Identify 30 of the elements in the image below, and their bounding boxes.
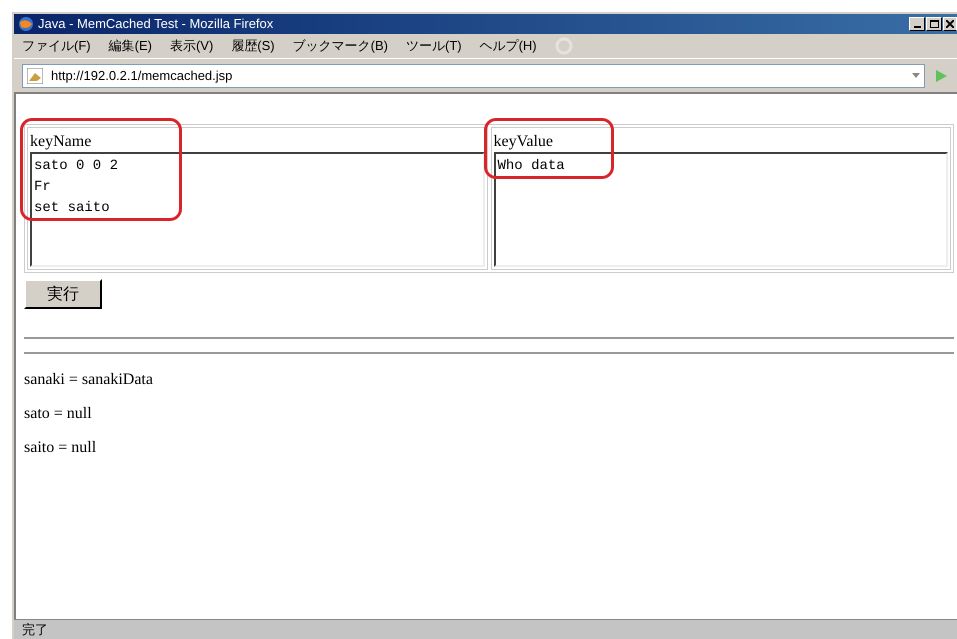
text-line: set saito xyxy=(34,199,111,218)
field-label: keyValue xyxy=(494,132,554,152)
menu-item[interactable]: 表示(V) xyxy=(170,36,214,56)
menu-item[interactable]: ヘルプ(H) xyxy=(480,36,537,56)
minimize-icon xyxy=(914,26,920,28)
menu-item[interactable]: ツール(T) xyxy=(406,36,462,56)
menu-item[interactable]: 履歴(S) xyxy=(231,36,275,56)
result-line: sanaki = sanakiData xyxy=(24,370,154,390)
dropdown-icon[interactable] xyxy=(912,72,920,78)
address-field[interactable]: http://192.0.2.1/memcached.jsp xyxy=(22,64,925,88)
text-line: Who data xyxy=(498,157,566,176)
maximize-button[interactable] xyxy=(926,17,942,31)
close-icon xyxy=(946,20,954,28)
text-line: Fr xyxy=(34,178,52,197)
result-line: sato = null xyxy=(24,404,93,424)
submit-button[interactable]: 実行 xyxy=(24,279,102,309)
menu-item[interactable]: 編集(E) xyxy=(108,36,152,56)
status-text: 完了 xyxy=(22,620,48,639)
window-title: Java - MemCached Test - Mozilla Firefox xyxy=(38,15,274,34)
text-area[interactable]: sato 0 0 2 Fr set saito xyxy=(30,152,484,267)
close-button[interactable] xyxy=(943,17,957,31)
text-line: sato 0 0 2 xyxy=(34,157,120,176)
minimize-button[interactable] xyxy=(909,17,925,31)
page-icon xyxy=(27,68,43,84)
field-label: keyName xyxy=(30,132,92,152)
result-line: saito = null xyxy=(24,438,98,458)
menu-item[interactable]: ファイル(F) xyxy=(22,36,91,56)
text-area[interactable]: Who data xyxy=(494,152,948,267)
menu-item[interactable]: ブックマーク(B) xyxy=(292,36,388,56)
maximize-icon xyxy=(930,20,938,28)
